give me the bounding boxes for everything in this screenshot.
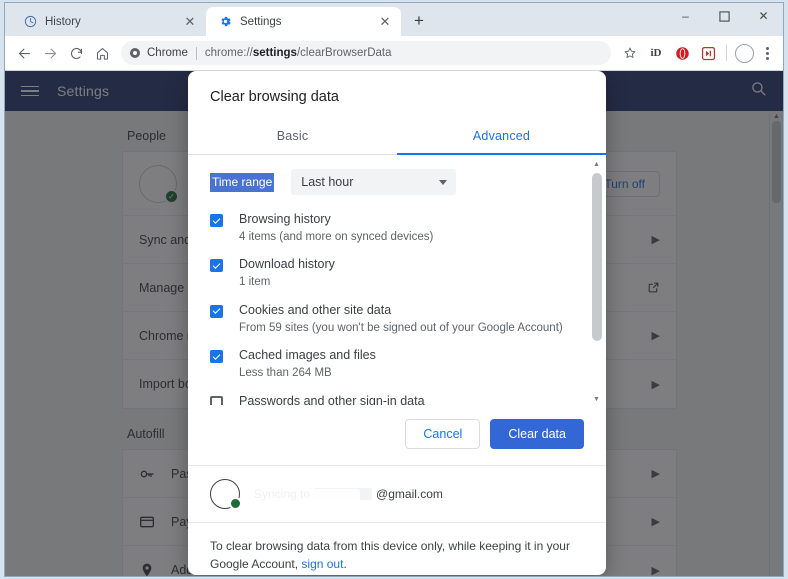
settings-page: Settings People ✓ V bbox=[5, 71, 783, 576]
option-text: Download history 1 item bbox=[239, 256, 584, 290]
address-bar[interactable]: Chrome chrome://settings/clearBrowserDat… bbox=[121, 41, 611, 65]
tab-close-icon[interactable]: ✕ bbox=[377, 14, 393, 30]
option-cached-images[interactable]: Cached images and files Less than 264 MB bbox=[188, 347, 606, 392]
back-icon[interactable] bbox=[11, 40, 37, 66]
minimize-button[interactable]: – bbox=[666, 3, 705, 29]
option-text: Cookies and other site data From 59 site… bbox=[239, 302, 584, 336]
media-extension-icon[interactable] bbox=[697, 42, 719, 64]
option-text: Cached images and files Less than 264 MB bbox=[239, 347, 584, 381]
dialog-scrollbar[interactable]: ▲ ▼ bbox=[591, 159, 603, 405]
time-range-label: Time range bbox=[210, 172, 275, 192]
omnibox-url: chrome://settings/clearBrowserData bbox=[205, 47, 392, 59]
identity-extension-icon[interactable]: iD bbox=[645, 42, 667, 64]
tab-strip: History ✕ Settings ✕ + – ✕ bbox=[5, 3, 783, 36]
dialog-tabs: Basic Advanced bbox=[188, 119, 606, 155]
option-sublabel: 4 items (and more on synced devices) bbox=[239, 230, 434, 243]
time-range-select[interactable]: Last hour bbox=[291, 169, 457, 195]
time-range-value: Last hour bbox=[301, 175, 354, 189]
maximize-button[interactable] bbox=[705, 3, 744, 29]
scroll-down-arrow-icon[interactable]: ▼ bbox=[593, 396, 600, 403]
clear-browsing-data-dialog: Clear browsing data Basic Advanced Time … bbox=[188, 71, 606, 575]
checkbox[interactable] bbox=[210, 214, 223, 227]
option-sublabel: Less than 264 MB bbox=[239, 367, 332, 380]
url-suffix: /clearBrowserData bbox=[296, 47, 392, 59]
browser-toolbar: Chrome chrome://settings/clearBrowserDat… bbox=[5, 36, 783, 71]
checkbox[interactable] bbox=[210, 304, 223, 318]
toolbar-icons: iD bbox=[617, 42, 777, 64]
option-label: Passwords and other sign-in data bbox=[239, 393, 425, 405]
checkbox[interactable] bbox=[210, 395, 223, 405]
site-identity-chip: Chrome bbox=[129, 47, 188, 59]
option-browsing-history[interactable]: Browsing history 4 items (and more on sy… bbox=[188, 211, 606, 256]
avatar bbox=[210, 479, 242, 510]
cancel-button[interactable]: Cancel bbox=[405, 419, 481, 449]
dialog-actions: Cancel Clear data bbox=[188, 405, 606, 465]
chrome-logo-icon bbox=[130, 48, 140, 58]
option-text: Passwords and other sign-in data None bbox=[239, 393, 584, 405]
clear-data-button[interactable]: Clear data bbox=[490, 419, 584, 449]
scroll-up-arrow-icon[interactable]: ▲ bbox=[593, 161, 600, 168]
url-prefix: chrome:// bbox=[204, 47, 253, 59]
tab-title: Settings bbox=[240, 15, 282, 28]
option-sublabel: From 59 sites (you won't be signed out o… bbox=[239, 321, 563, 334]
option-text: Browsing history 4 items (and more on sy… bbox=[239, 211, 584, 245]
tab-close-icon[interactable]: ✕ bbox=[182, 14, 198, 30]
option-download-history[interactable]: Download history 1 item bbox=[188, 256, 606, 301]
sign-out-link[interactable]: sign out bbox=[301, 557, 343, 571]
forward-icon[interactable] bbox=[37, 40, 63, 66]
dialog-scrollbar-thumb[interactable] bbox=[592, 173, 602, 341]
window-controls: – ✕ bbox=[666, 3, 783, 29]
dialog-title: Clear browsing data bbox=[210, 89, 339, 105]
option-label: Cookies and other site data bbox=[239, 302, 392, 317]
bookmark-star-icon[interactable] bbox=[619, 42, 641, 64]
dialog-scroll-area: Time range Last hour Browsing history 4 … bbox=[188, 155, 606, 405]
browser-window: History ✕ Settings ✕ + – ✕ Chrome chrome… bbox=[0, 0, 788, 579]
footnote-text: To clear browsing data from this device … bbox=[210, 539, 570, 571]
dialog-option-list: Time range Last hour Browsing history 4 … bbox=[188, 155, 606, 405]
tab-basic[interactable]: Basic bbox=[188, 119, 397, 154]
toolbar-divider bbox=[726, 45, 727, 61]
tab-settings[interactable]: Settings ✕ bbox=[206, 7, 401, 36]
chevron-down-icon bbox=[439, 180, 448, 185]
redacted-avatar-overlay bbox=[240, 489, 360, 502]
option-sublabel: 1 item bbox=[239, 276, 271, 289]
chrome-window-frame: History ✕ Settings ✕ + – ✕ Chrome chrome… bbox=[4, 2, 784, 577]
dialog-footnote: To clear browsing data from this device … bbox=[188, 522, 606, 575]
checkbox[interactable] bbox=[210, 350, 223, 364]
kebab-icon[interactable] bbox=[757, 46, 777, 60]
option-label: Cached images and files bbox=[239, 348, 376, 363]
option-cookies[interactable]: Cookies and other site data From 59 site… bbox=[188, 302, 606, 347]
opera-extension-icon[interactable] bbox=[671, 42, 693, 64]
close-button[interactable]: ✕ bbox=[744, 3, 783, 29]
option-label: Browsing history bbox=[239, 212, 331, 226]
option-passwords[interactable]: Passwords and other sign-in data None bbox=[188, 393, 606, 405]
new-tab-button[interactable]: + bbox=[405, 7, 433, 35]
option-label: Download history bbox=[239, 257, 335, 272]
footnote-period: . bbox=[343, 557, 347, 571]
omnibox-divider bbox=[195, 46, 197, 60]
tab-history[interactable]: History ✕ bbox=[11, 7, 206, 36]
site-identity-label: Chrome bbox=[147, 47, 188, 59]
clock-icon bbox=[23, 15, 37, 29]
reload-icon[interactable] bbox=[63, 40, 89, 66]
time-range-row: Time range Last hour bbox=[188, 169, 606, 211]
url-bold: settings bbox=[252, 47, 297, 59]
tab-advanced[interactable]: Advanced bbox=[397, 119, 606, 154]
home-icon[interactable] bbox=[89, 40, 115, 66]
checkbox[interactable] bbox=[210, 259, 223, 273]
tab-title: History bbox=[45, 15, 81, 28]
sync-email-suffix: @gmail.com bbox=[376, 487, 443, 501]
profile-avatar[interactable] bbox=[735, 43, 754, 63]
gear-icon bbox=[218, 15, 232, 29]
